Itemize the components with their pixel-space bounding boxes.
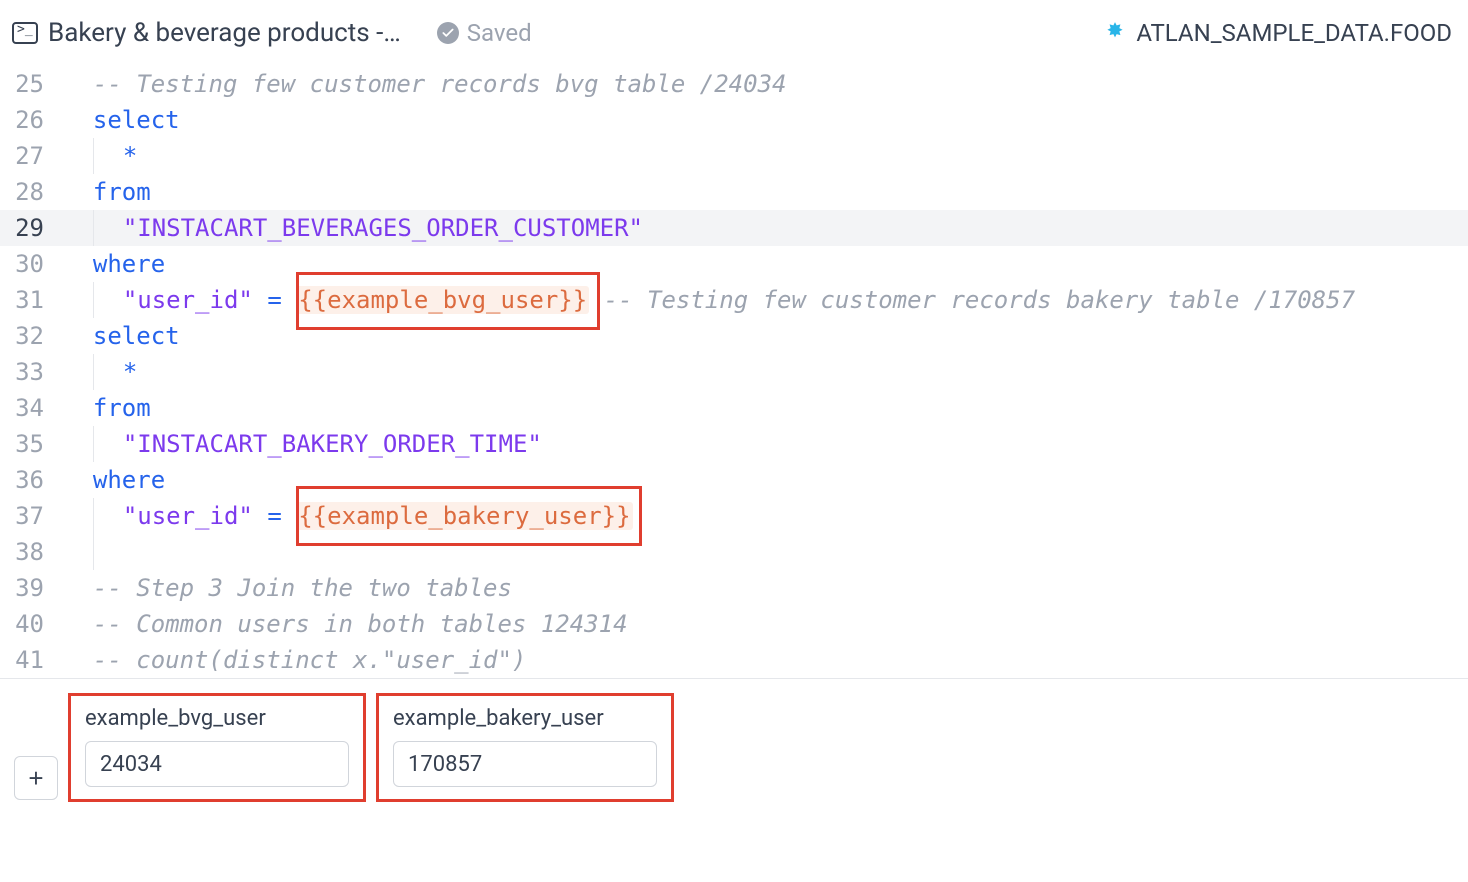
- line-number: 25: [0, 66, 64, 102]
- code-content[interactable]: from: [64, 390, 1468, 426]
- token-op: *: [123, 142, 137, 170]
- editor-line[interactable]: 38: [0, 534, 1468, 570]
- variable-block: example_bvg_user: [68, 693, 366, 802]
- line-number: 41: [0, 642, 64, 678]
- data-source[interactable]: ATLAN_SAMPLE_DATA.FOOD: [1102, 19, 1452, 47]
- variables-panel: + example_bvg_user example_bakery_user: [0, 678, 1468, 816]
- editor-line[interactable]: 36 where: [0, 462, 1468, 498]
- token-op: =: [267, 286, 281, 314]
- editor-line[interactable]: 29 "INSTACART_BEVERAGES_ORDER_CUSTOMER": [0, 210, 1468, 246]
- terminal-icon: [12, 22, 38, 44]
- line-number: 35: [0, 426, 64, 462]
- token-comment: -- Testing few customer records bvg tabl…: [93, 70, 787, 98]
- token-keyword: from: [93, 394, 151, 422]
- editor-line[interactable]: 41 -- count(distinct x."user_id"): [0, 642, 1468, 678]
- variable-block: example_bakery_user: [376, 693, 674, 802]
- variable-name-label: example_bakery_user: [393, 706, 657, 731]
- token-op: *: [123, 358, 137, 386]
- code-content[interactable]: where: [64, 462, 1468, 498]
- code-content[interactable]: "user_id" = {{example_bvg_user}} -- Test…: [64, 282, 1468, 318]
- variable-name-label: example_bvg_user: [85, 706, 349, 731]
- token-keyword: select: [93, 106, 180, 134]
- editor-line[interactable]: 25 -- Testing few customer records bvg t…: [0, 66, 1468, 102]
- header-bar: Bakery & beverage products -… Saved ATLA…: [0, 0, 1468, 66]
- line-number: 32: [0, 318, 64, 354]
- line-number: 31: [0, 282, 64, 318]
- editor-line[interactable]: 31 "user_id" = {{example_bvg_user}} -- T…: [0, 282, 1468, 318]
- saved-status: Saved: [437, 19, 532, 47]
- add-variable-button[interactable]: +: [14, 756, 58, 800]
- line-number: 30: [0, 246, 64, 282]
- line-number: 38: [0, 534, 64, 570]
- editor-line[interactable]: 35 "INSTACART_BAKERY_ORDER_TIME": [0, 426, 1468, 462]
- token-comment: -- Common users in both tables 124314: [93, 610, 628, 638]
- token-plain: [282, 502, 296, 530]
- token-string: "user_id": [123, 502, 253, 530]
- data-source-label: ATLAN_SAMPLE_DATA.FOOD: [1136, 19, 1452, 47]
- editor-line[interactable]: 34 from: [0, 390, 1468, 426]
- line-number: 37: [0, 498, 64, 534]
- line-number: 33: [0, 354, 64, 390]
- sql-editor[interactable]: 25 -- Testing few customer records bvg t…: [0, 66, 1468, 678]
- line-number: 36: [0, 462, 64, 498]
- code-content[interactable]: "INSTACART_BAKERY_ORDER_TIME": [64, 426, 1468, 462]
- token-comment: -- Testing few customer records bakery t…: [604, 286, 1355, 314]
- code-content[interactable]: -- count(distinct x."user_id"): [64, 642, 1468, 678]
- line-number: 34: [0, 390, 64, 426]
- variable-value-input[interactable]: [85, 741, 349, 787]
- line-number: 40: [0, 606, 64, 642]
- token-keyword: where: [93, 250, 165, 278]
- editor-line[interactable]: 26 select: [0, 102, 1468, 138]
- variable-value-input[interactable]: [393, 741, 657, 787]
- code-content[interactable]: "INSTACART_BEVERAGES_ORDER_CUSTOMER": [64, 210, 1468, 246]
- editor-line[interactable]: 30 where: [0, 246, 1468, 282]
- line-number: 26: [0, 102, 64, 138]
- code-content[interactable]: [64, 534, 1468, 570]
- editor-line[interactable]: 33 *: [0, 354, 1468, 390]
- line-number: 29: [0, 210, 64, 246]
- token-keyword: from: [93, 178, 151, 206]
- editor-line[interactable]: 37 "user_id" = {{example_bakery_user}}: [0, 498, 1468, 534]
- code-content[interactable]: select: [64, 102, 1468, 138]
- query-title-wrap: Bakery & beverage products -…: [12, 18, 401, 48]
- token-string: "INSTACART_BEVERAGES_ORDER_CUSTOMER": [123, 214, 643, 242]
- saved-label: Saved: [467, 19, 532, 47]
- line-number: 27: [0, 138, 64, 174]
- token-string: "user_id": [123, 286, 253, 314]
- token-comment: -- Step 3 Join the two tables: [93, 574, 512, 602]
- editor-line[interactable]: 40 -- Common users in both tables 124314: [0, 606, 1468, 642]
- token-op: =: [267, 502, 281, 530]
- code-content[interactable]: where: [64, 246, 1468, 282]
- line-number: 39: [0, 570, 64, 606]
- line-number: 28: [0, 174, 64, 210]
- token-string: "INSTACART_BAKERY_ORDER_TIME": [123, 430, 542, 458]
- code-content[interactable]: *: [64, 354, 1468, 390]
- token-keyword: where: [93, 466, 165, 494]
- check-circle-icon: [437, 22, 459, 44]
- query-title: Bakery & beverage products -…: [48, 18, 401, 48]
- code-content[interactable]: -- Testing few customer records bvg tabl…: [64, 66, 1468, 102]
- code-content[interactable]: "user_id" = {{example_bakery_user}}: [64, 498, 1468, 534]
- editor-line[interactable]: 32 select: [0, 318, 1468, 354]
- snowflake-icon: [1102, 20, 1128, 46]
- code-content[interactable]: from: [64, 174, 1468, 210]
- code-content[interactable]: select: [64, 318, 1468, 354]
- editor-line[interactable]: 27 *: [0, 138, 1468, 174]
- template-variable[interactable]: {{example_bakery_user}}: [296, 502, 632, 530]
- code-content[interactable]: -- Common users in both tables 124314: [64, 606, 1468, 642]
- token-comment: -- count(distinct x."user_id"): [93, 646, 526, 674]
- token-keyword: select: [93, 322, 180, 350]
- token-plain: [253, 502, 267, 530]
- template-variable[interactable]: {{example_bvg_user}}: [296, 286, 589, 314]
- token-plain: [253, 286, 267, 314]
- token-plain: [589, 286, 603, 314]
- token-plain: [282, 286, 296, 314]
- editor-line[interactable]: 39 -- Step 3 Join the two tables: [0, 570, 1468, 606]
- code-content[interactable]: *: [64, 138, 1468, 174]
- code-content[interactable]: -- Step 3 Join the two tables: [64, 570, 1468, 606]
- editor-line[interactable]: 28 from: [0, 174, 1468, 210]
